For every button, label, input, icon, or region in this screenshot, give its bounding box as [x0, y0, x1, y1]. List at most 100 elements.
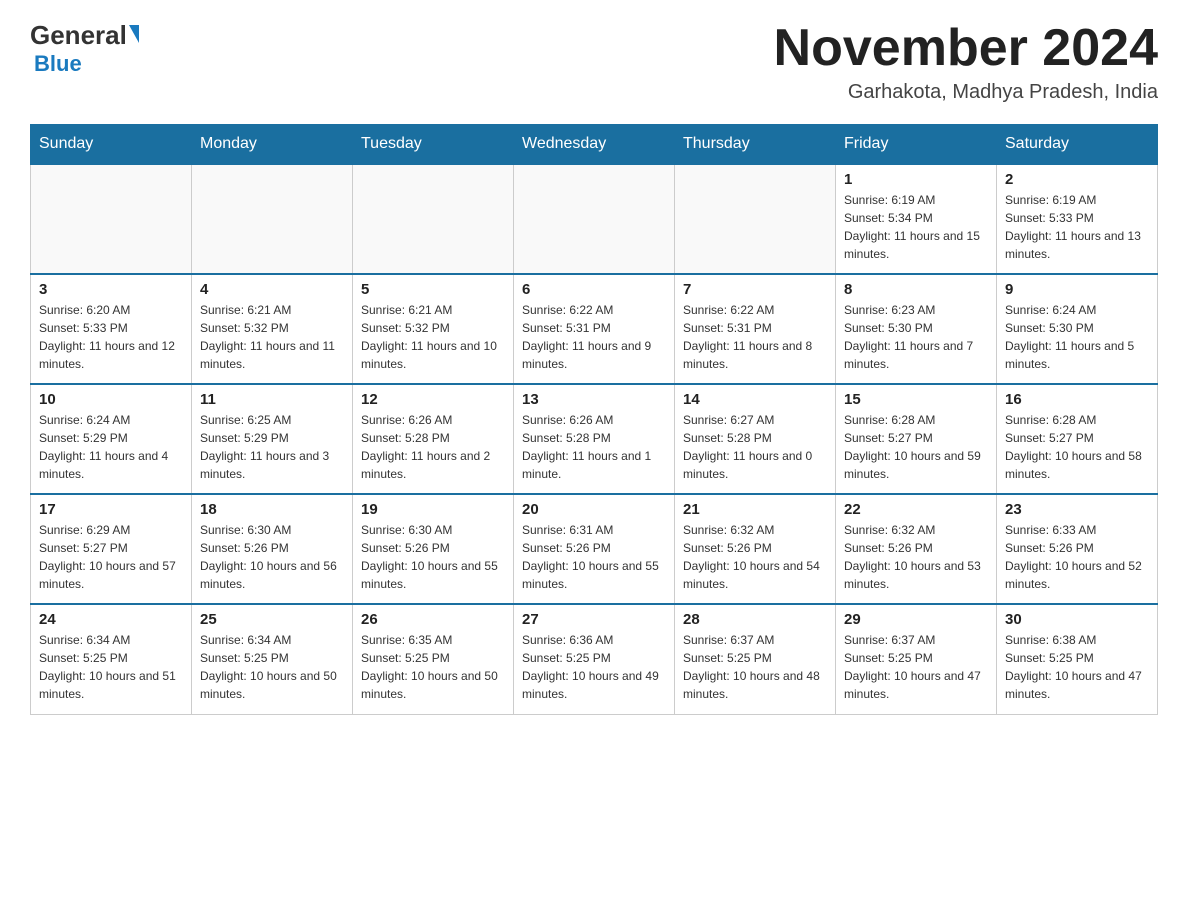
day-number: 25: [200, 611, 344, 628]
day-info: Sunrise: 6:24 AM Sunset: 5:29 PM Dayligh…: [39, 411, 183, 483]
day-number: 29: [844, 611, 988, 628]
day-header-sunday: Sunday: [31, 125, 192, 165]
calendar-cell: 17 Sunrise: 6:29 AM Sunset: 5:27 PM Dayli…: [31, 494, 192, 604]
calendar-cell: 7 Sunrise: 6:22 AM Sunset: 5:31 PM Daylig…: [675, 274, 836, 384]
calendar-cell: 1 Sunrise: 6:19 AM Sunset: 5:34 PM Daylig…: [836, 164, 997, 274]
day-info: Sunrise: 6:20 AM Sunset: 5:33 PM Dayligh…: [39, 301, 183, 373]
week-row-1: 1 Sunrise: 6:19 AM Sunset: 5:34 PM Daylig…: [31, 164, 1158, 274]
logo: General Blue: [30, 20, 139, 77]
day-info: Sunrise: 6:27 AM Sunset: 5:28 PM Dayligh…: [683, 411, 827, 483]
calendar-cell: 30 Sunrise: 6:38 AM Sunset: 5:25 PM Dayli…: [997, 604, 1158, 714]
calendar-cell: 14 Sunrise: 6:27 AM Sunset: 5:28 PM Dayli…: [675, 384, 836, 494]
day-info: Sunrise: 6:22 AM Sunset: 5:31 PM Dayligh…: [683, 301, 827, 373]
day-number: 26: [361, 611, 505, 628]
day-number: 30: [1005, 611, 1149, 628]
day-number: 4: [200, 281, 344, 298]
day-number: 8: [844, 281, 988, 298]
day-number: 13: [522, 391, 666, 408]
location: Garhakota, Madhya Pradesh, India: [774, 81, 1158, 104]
day-number: 23: [1005, 501, 1149, 518]
day-number: 15: [844, 391, 988, 408]
week-row-2: 3 Sunrise: 6:20 AM Sunset: 5:33 PM Daylig…: [31, 274, 1158, 384]
calendar-cell: [675, 164, 836, 274]
day-number: 1: [844, 171, 988, 188]
month-title: November 2024: [774, 20, 1158, 77]
page-header: General Blue November 2024 Garhakota, Ma…: [30, 20, 1158, 104]
day-number: 28: [683, 611, 827, 628]
day-number: 5: [361, 281, 505, 298]
calendar-cell: 11Sunrise: 6:25 AM Sunset: 5:29 PM Dayli…: [192, 384, 353, 494]
calendar-cell: 24Sunrise: 6:34 AM Sunset: 5:25 PM Dayli…: [31, 604, 192, 714]
day-info: Sunrise: 6:29 AM Sunset: 5:27 PM Dayligh…: [39, 521, 183, 593]
day-info: Sunrise: 6:26 AM Sunset: 5:28 PM Dayligh…: [361, 411, 505, 483]
day-number: 7: [683, 281, 827, 298]
day-header-thursday: Thursday: [675, 125, 836, 165]
day-info: Sunrise: 6:21 AM Sunset: 5:32 PM Dayligh…: [361, 301, 505, 373]
day-number: 22: [844, 501, 988, 518]
week-row-3: 10 Sunrise: 6:24 AM Sunset: 5:29 PM Dayli…: [31, 384, 1158, 494]
logo-blue: Blue: [34, 51, 82, 77]
calendar-cell: [353, 164, 514, 274]
day-number: 3: [39, 281, 183, 298]
day-info: Sunrise: 6:34 AM Sunset: 5:25 PM Dayligh…: [200, 631, 344, 703]
calendar-cell: 16 Sunrise: 6:28 AM Sunset: 5:27 PM Dayli…: [997, 384, 1158, 494]
day-info: Sunrise: 6:38 AM Sunset: 5:25 PM Dayligh…: [1005, 631, 1149, 703]
day-info: Sunrise: 6:34 AM Sunset: 5:25 PM Dayligh…: [39, 631, 183, 703]
day-number: 10: [39, 391, 183, 408]
calendar-cell: [31, 164, 192, 274]
day-info: Sunrise: 6:33 AM Sunset: 5:26 PM Dayligh…: [1005, 521, 1149, 593]
day-info: Sunrise: 6:37 AM Sunset: 5:25 PM Dayligh…: [844, 631, 988, 703]
day-info: Sunrise: 6:28 AM Sunset: 5:27 PM Dayligh…: [1005, 411, 1149, 483]
calendar-cell: 3 Sunrise: 6:20 AM Sunset: 5:33 PM Daylig…: [31, 274, 192, 384]
calendar-cell: 9Sunrise: 6:24 AM Sunset: 5:30 PM Daylig…: [997, 274, 1158, 384]
day-info: Sunrise: 6:37 AM Sunset: 5:25 PM Dayligh…: [683, 631, 827, 703]
day-number: 16: [1005, 391, 1149, 408]
day-number: 27: [522, 611, 666, 628]
day-info: Sunrise: 6:31 AM Sunset: 5:26 PM Dayligh…: [522, 521, 666, 593]
calendar-cell: 23 Sunrise: 6:33 AM Sunset: 5:26 PM Dayli…: [997, 494, 1158, 604]
logo-triangle-icon: [129, 25, 139, 43]
day-info: Sunrise: 6:24 AM Sunset: 5:30 PM Dayligh…: [1005, 301, 1149, 373]
day-number: 12: [361, 391, 505, 408]
calendar-cell: 25 Sunrise: 6:34 AM Sunset: 5:25 PM Dayli…: [192, 604, 353, 714]
calendar-cell: 20 Sunrise: 6:31 AM Sunset: 5:26 PM Dayli…: [514, 494, 675, 604]
calendar-cell: [514, 164, 675, 274]
calendar-cell: 29 Sunrise: 6:37 AM Sunset: 5:25 PM Dayli…: [836, 604, 997, 714]
day-info: Sunrise: 6:26 AM Sunset: 5:28 PM Dayligh…: [522, 411, 666, 483]
day-info: Sunrise: 6:22 AM Sunset: 5:31 PM Dayligh…: [522, 301, 666, 373]
day-number: 18: [200, 501, 344, 518]
calendar-cell: 27Sunrise: 6:36 AM Sunset: 5:25 PM Dayli…: [514, 604, 675, 714]
calendar-cell: 15Sunrise: 6:28 AM Sunset: 5:27 PM Dayli…: [836, 384, 997, 494]
calendar-cell: 4Sunrise: 6:21 AM Sunset: 5:32 PM Daylig…: [192, 274, 353, 384]
day-info: Sunrise: 6:30 AM Sunset: 5:26 PM Dayligh…: [200, 521, 344, 593]
days-header-row: SundayMondayTuesdayWednesdayThursdayFrid…: [31, 125, 1158, 165]
day-number: 14: [683, 391, 827, 408]
day-number: 17: [39, 501, 183, 518]
calendar-cell: 19 Sunrise: 6:30 AM Sunset: 5:26 PM Dayli…: [353, 494, 514, 604]
title-section: November 2024 Garhakota, Madhya Pradesh,…: [774, 20, 1158, 104]
week-row-4: 17 Sunrise: 6:29 AM Sunset: 5:27 PM Dayli…: [31, 494, 1158, 604]
day-info: Sunrise: 6:19 AM Sunset: 5:34 PM Dayligh…: [844, 191, 988, 263]
calendar-cell: 26Sunrise: 6:35 AM Sunset: 5:25 PM Dayli…: [353, 604, 514, 714]
day-header-wednesday: Wednesday: [514, 125, 675, 165]
logo-general: General: [30, 20, 127, 51]
calendar-cell: 12 Sunrise: 6:26 AM Sunset: 5:28 PM Dayli…: [353, 384, 514, 494]
calendar-cell: 13 Sunrise: 6:26 AM Sunset: 5:28 PM Dayli…: [514, 384, 675, 494]
calendar-cell: 2Sunrise: 6:19 AM Sunset: 5:33 PM Daylig…: [997, 164, 1158, 274]
day-header-monday: Monday: [192, 125, 353, 165]
day-number: 20: [522, 501, 666, 518]
day-info: Sunrise: 6:23 AM Sunset: 5:30 PM Dayligh…: [844, 301, 988, 373]
day-header-tuesday: Tuesday: [353, 125, 514, 165]
day-info: Sunrise: 6:30 AM Sunset: 5:26 PM Dayligh…: [361, 521, 505, 593]
day-info: Sunrise: 6:19 AM Sunset: 5:33 PM Dayligh…: [1005, 191, 1149, 263]
calendar-table: SundayMondayTuesdayWednesdayThursdayFrid…: [30, 124, 1158, 715]
day-number: 19: [361, 501, 505, 518]
week-row-5: 24Sunrise: 6:34 AM Sunset: 5:25 PM Dayli…: [31, 604, 1158, 714]
calendar-cell: 18 Sunrise: 6:30 AM Sunset: 5:26 PM Dayli…: [192, 494, 353, 604]
calendar-cell: 5 Sunrise: 6:21 AM Sunset: 5:32 PM Daylig…: [353, 274, 514, 384]
day-header-friday: Friday: [836, 125, 997, 165]
calendar-cell: 6Sunrise: 6:22 AM Sunset: 5:31 PM Daylig…: [514, 274, 675, 384]
calendar-cell: 21Sunrise: 6:32 AM Sunset: 5:26 PM Dayli…: [675, 494, 836, 604]
calendar-cell: 8 Sunrise: 6:23 AM Sunset: 5:30 PM Daylig…: [836, 274, 997, 384]
calendar-cell: 10 Sunrise: 6:24 AM Sunset: 5:29 PM Dayli…: [31, 384, 192, 494]
